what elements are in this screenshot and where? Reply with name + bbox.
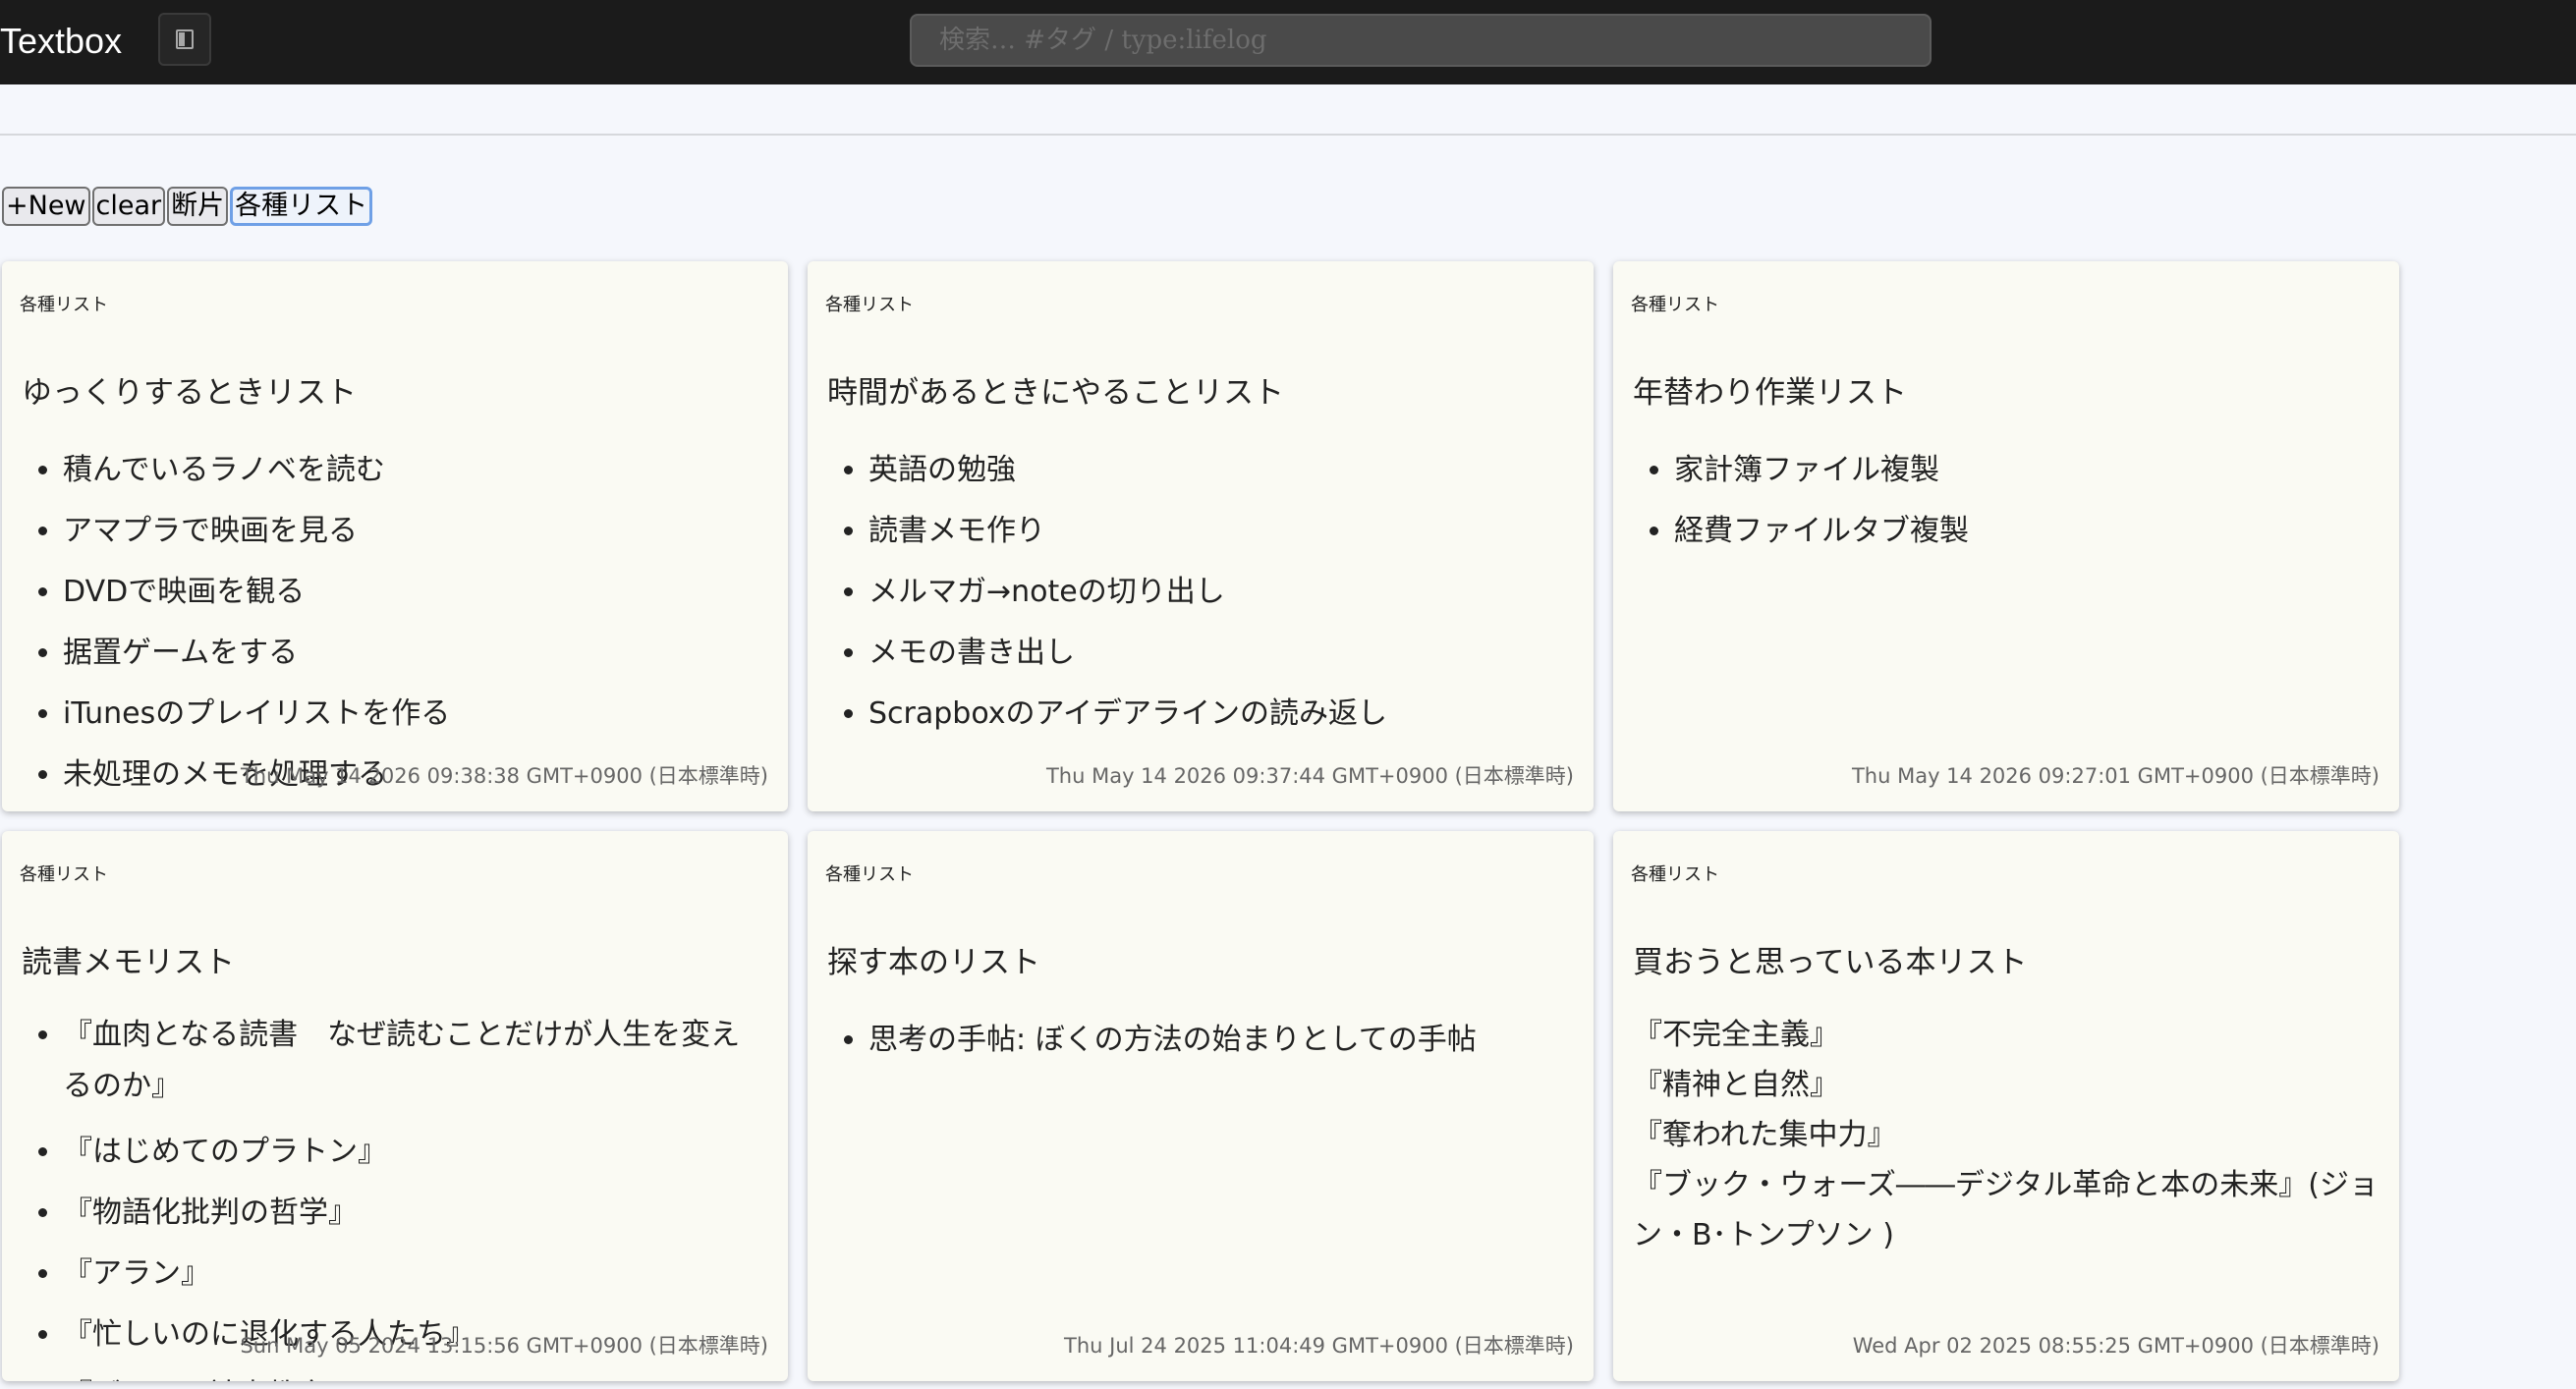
card-title: 買おうと思っている本リスト: [1633, 945, 2028, 980]
note-card[interactable]: 各種リスト 買おうと思っている本リスト 『不完全主義』 『精神と自然』 『奪われ…: [1613, 831, 2399, 1381]
card-title: 時間があるときにやることリスト: [827, 375, 1284, 411]
card-title: 探す本のリスト: [827, 945, 1040, 980]
list-item: iTunesのプレイリストを作る: [63, 684, 768, 745]
card-list: 積んでいるラノベを読む アマプラで映画を見る DVDで映画を観る 据置ゲームをす…: [22, 440, 768, 806]
sidebar-toggle-button[interactable]: [158, 13, 211, 66]
app-title: Textbox: [0, 21, 123, 61]
list-item: DVDで映画を観る: [63, 562, 768, 623]
list-item: Scrapboxのアイデアラインの読み返し: [868, 684, 1574, 745]
card-list: 思考の手帖: ぼくの方法の始まりとしての手帖: [827, 1010, 1574, 1071]
card-date: Thu May 14 2026 09:27:01 GMT+0900 (日本標準時…: [1851, 764, 2380, 788]
list-item: 経費ファイルタブ複製: [1674, 501, 2380, 562]
card-tag: 各種リスト: [1631, 295, 1719, 315]
divider: [0, 134, 2576, 136]
list-item: 『アラン』: [63, 1244, 768, 1305]
card-date: Sun May 05 2024 13:15:56 GMT+0900 (日本標準時…: [240, 1334, 768, 1358]
card-tag: 各種リスト: [1631, 864, 1719, 885]
toolbar: +New clear 断片 各種リスト: [2, 187, 373, 226]
card-tag: 各種リスト: [20, 864, 108, 885]
new-button[interactable]: +New: [2, 187, 90, 226]
list-item: 据置ゲームをする: [63, 623, 768, 684]
list-item: 家計簿ファイル複製: [1674, 440, 2380, 501]
text-line: 『奪われた集中力』: [1633, 1118, 1897, 1152]
card-tag: 各種リスト: [20, 295, 108, 315]
card-date: Thu Jul 24 2025 11:04:49 GMT+0900 (日本標準時…: [1064, 1334, 1574, 1358]
list-item: メモの書き出し: [868, 623, 1574, 684]
card-tag: 各種リスト: [825, 864, 914, 885]
search-input[interactable]: [910, 14, 1932, 67]
list-item: 積んでいるラノベを読む: [63, 440, 768, 501]
list-item: 『血肉となる読書 なぜ読むことだけが人生を変えるのか』: [63, 1010, 768, 1122]
card-list: 『血肉となる読書 なぜ読むことだけが人生を変えるのか』 『はじめてのプラトン』 …: [22, 1010, 768, 1381]
text-line: 『不完全主義』: [1633, 1018, 1839, 1052]
text-line: 『精神と自然』: [1633, 1068, 1839, 1102]
list-item: アマプラで映画を見る: [63, 501, 768, 562]
top-bar: Textbox: [0, 0, 2576, 84]
filter-lists-button[interactable]: 各種リスト: [230, 187, 373, 226]
card-title: 年替わり作業リスト: [1633, 375, 1907, 411]
card-list: 家計簿ファイル複製 経費ファイルタブ複製: [1633, 440, 2380, 562]
list-item: メルマガ→noteの切り出し: [868, 562, 1574, 623]
note-card[interactable]: 各種リスト 読書メモリスト 『血肉となる読書 なぜ読むことだけが人生を変えるのか…: [2, 831, 788, 1381]
note-card[interactable]: 各種リスト 年替わり作業リスト 家計簿ファイル複製 経費ファイルタブ複製 Thu…: [1613, 261, 2399, 811]
list-item: 『物語化批判の哲学』: [63, 1183, 768, 1244]
list-item: 『はじめてのプラトン』: [63, 1122, 768, 1183]
note-card[interactable]: 各種リスト 探す本のリスト 思考の手帖: ぼくの方法の始まりとしての手帖 Thu…: [808, 831, 1594, 1381]
card-body: 『不完全主義』 『精神と自然』 『奪われた集中力』 『ブック・ウォーズ――デジタ…: [1633, 1010, 2383, 1260]
card-title: 読書メモリスト: [22, 945, 235, 980]
text-line: 『ブック・ウォーズ――デジタル革命と本の未来』(ジョン・B･トンプソン ): [1633, 1168, 2380, 1252]
list-item: 英語の勉強: [868, 440, 1574, 501]
note-card[interactable]: 各種リスト 時間があるときにやることリスト 英語の勉強 読書メモ作り メルマガ→…: [808, 261, 1594, 811]
note-card[interactable]: 各種リスト ゆっくりするときリスト 積んでいるラノベを読む アマプラで映画を見る…: [2, 261, 788, 811]
list-item: 思考の手帖: ぼくの方法の始まりとしての手帖: [868, 1010, 1574, 1071]
card-date: Thu May 14 2026 09:38:38 GMT+0900 (日本標準時…: [240, 764, 768, 788]
card-tag: 各種リスト: [825, 295, 914, 315]
clear-button[interactable]: clear: [91, 187, 166, 226]
filter-fragments-button[interactable]: 断片: [167, 187, 229, 226]
sidebar-icon: [176, 29, 194, 49]
card-date: Thu May 14 2026 09:37:44 GMT+0900 (日本標準時…: [1045, 764, 1574, 788]
list-item: 『ゾーンと読書教育』: [63, 1365, 768, 1381]
list-item: 読書メモ作り: [868, 501, 1574, 562]
card-date: Wed Apr 02 2025 08:55:25 GMT+0900 (日本標準時…: [1852, 1334, 2380, 1358]
card-list: 英語の勉強 読書メモ作り メルマガ→noteの切り出し メモの書き出し Scra…: [827, 440, 1574, 745]
card-title: ゆっくりするときリスト: [22, 375, 357, 411]
